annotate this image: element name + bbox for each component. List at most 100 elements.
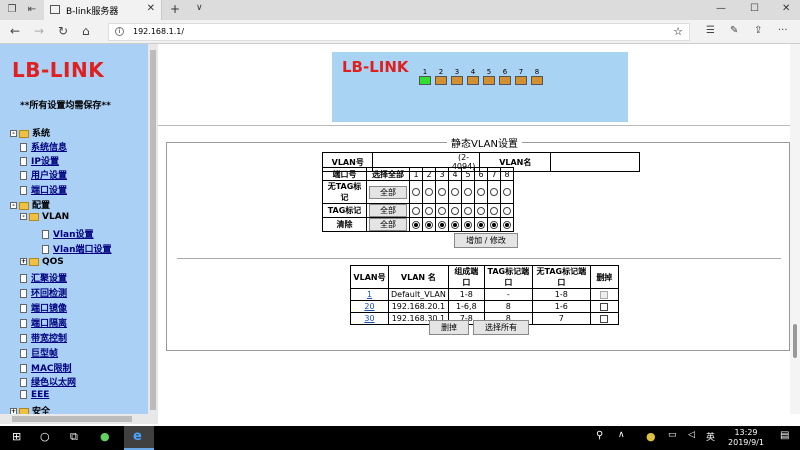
ime-indicator[interactable]: 英 [706, 430, 715, 443]
new-tab-button[interactable]: + [170, 2, 180, 16]
forward-arrow-icon[interactable]: → [34, 24, 44, 38]
sidebar-item-bandwidth-control[interactable]: 带宽控制 [20, 331, 67, 344]
sidebar-item-system-info[interactable]: 系统信息 [20, 140, 67, 153]
clear-all-button[interactable]: 全部 [369, 218, 407, 231]
sidebar-item-ip-settings[interactable]: IP设置 [20, 154, 59, 167]
collapse-box-icon[interactable]: - [10, 130, 17, 137]
tagged-port-5-radio[interactable] [464, 206, 472, 215]
sidebar-item-mac-limit[interactable]: MAC限制 [20, 361, 72, 374]
untagged-port-2-radio[interactable] [425, 188, 433, 196]
sidebar-item-port-isolation[interactable]: 端口隔离 [20, 316, 67, 329]
delete-checkbox[interactable] [600, 302, 609, 311]
expand-box-icon[interactable]: + [20, 258, 27, 265]
sidebar-item-loop-detection[interactable]: 环回检测 [20, 286, 67, 299]
app-tray-icon[interactable]: ● [646, 430, 656, 443]
clear-port-2-radio[interactable] [425, 220, 433, 229]
close-window-button[interactable]: ✕ [782, 3, 790, 14]
pen-icon[interactable]: ✎ [730, 25, 738, 36]
url-text[interactable]: 192.168.1.1/ [133, 27, 184, 36]
sidebar-horizontal-scrollbar[interactable] [0, 414, 158, 424]
untagged-port-5-radio[interactable] [464, 188, 472, 196]
tagged-port-8-radio[interactable] [503, 206, 511, 215]
tagged-port-1-radio[interactable] [412, 206, 420, 215]
tagged-port-7-radio[interactable] [490, 206, 498, 215]
untagged-port-7-radio[interactable] [490, 188, 498, 196]
maximize-button[interactable]: ☐ [750, 3, 759, 14]
sidebar-folder-security[interactable]: + 安全 [10, 404, 50, 414]
clear-port-4-radio[interactable] [451, 220, 459, 229]
untagged-port-3-radio[interactable] [438, 188, 446, 196]
sidebar-scrollbar[interactable] [148, 44, 158, 414]
delete-button[interactable]: 删掉 [429, 320, 469, 335]
tagged-all-button[interactable]: 全部 [369, 204, 407, 217]
refresh-icon[interactable]: ↻ [58, 24, 68, 38]
favorite-star-icon[interactable]: ☆ [673, 25, 683, 38]
collapse-box-icon[interactable]: - [20, 213, 27, 220]
sidebar-folder-system[interactable]: - 系统 [10, 126, 50, 139]
minimize-button[interactable]: — [716, 3, 726, 14]
clear-port-3-radio[interactable] [438, 220, 446, 229]
sidebar-folder-qos[interactable]: + QOS [20, 257, 64, 267]
search-icon[interactable]: ○ [40, 430, 50, 443]
vlan-id-link[interactable]: 1 [367, 290, 372, 299]
collapse-box-icon[interactable]: - [10, 202, 17, 209]
sidebar-folder-vlan[interactable]: - VLAN [20, 212, 69, 222]
delete-checkbox[interactable] [600, 314, 609, 323]
content-scrollbar[interactable] [790, 44, 800, 414]
more-menu-icon[interactable]: ··· [778, 25, 788, 36]
horizontal-scroll-thumb[interactable] [12, 416, 132, 422]
untagged-port-4-radio[interactable] [451, 188, 459, 196]
clear-port-8-radio[interactable] [503, 220, 511, 229]
sidebar-item-port-mirror[interactable]: 端口镜像 [20, 301, 67, 314]
browser-app-icon[interactable]: ● [100, 430, 110, 443]
vlan-id-link[interactable]: 20 [364, 302, 374, 311]
clear-port-5-radio[interactable] [464, 220, 472, 229]
untagged-port-1-radio[interactable] [412, 188, 420, 196]
content-scroll-thumb[interactable] [793, 324, 797, 358]
chevron-up-icon[interactable]: ∧ [618, 430, 625, 440]
sidebar-item-port-settings[interactable]: 端口设置 [20, 183, 67, 196]
clear-port-1-radio[interactable] [412, 220, 420, 229]
tab-list-button[interactable]: ∨ [196, 3, 203, 13]
windows-start-icon[interactable]: ⊞ [12, 430, 21, 443]
sidebar-scroll-thumb[interactable] [150, 50, 156, 410]
tab-preview-icon[interactable]: ❐ [4, 2, 20, 18]
address-bar[interactable]: i 192.168.1.1/ ☆ [108, 23, 690, 41]
sidebar-item-jumbo-frame[interactable]: 巨型帧 [20, 346, 58, 359]
sidebar-item-vlan-settings[interactable]: Vlan设置 [42, 227, 94, 240]
taskbar-clock[interactable]: 13:29 2019/9/1 [722, 428, 770, 448]
untagged-all-button[interactable]: 全部 [369, 185, 407, 199]
site-info-icon[interactable]: i [115, 27, 124, 36]
vlan-id-link[interactable]: 30 [364, 314, 374, 323]
back-arrow-icon[interactable]: ← [10, 24, 20, 38]
tagged-port-4-radio[interactable] [451, 206, 459, 215]
volume-icon[interactable]: ◁ [688, 430, 695, 440]
favorites-list-icon[interactable]: ☰ [706, 25, 715, 36]
untagged-port-8-radio[interactable] [503, 188, 511, 196]
select-all-button[interactable]: 选择所有 [473, 320, 529, 335]
tagged-port-3-radio[interactable] [438, 206, 446, 215]
sidebar-item-user-settings[interactable]: 用户设置 [20, 168, 67, 181]
sidebar-item-aggregation[interactable]: 汇聚设置 [20, 271, 67, 284]
sidebar-folder-config[interactable]: - 配置 [10, 198, 50, 211]
back-tabs-icon[interactable]: ⇤ [24, 2, 40, 18]
network-icon[interactable]: ▭ [668, 430, 677, 440]
add-modify-button[interactable]: 增加 / 修改 [454, 233, 518, 248]
people-icon[interactable]: ⚲ [596, 430, 603, 441]
sidebar-item-green-ethernet[interactable]: 绿色以太网 [20, 375, 76, 388]
untagged-port-6-radio[interactable] [477, 188, 485, 196]
share-icon[interactable]: ⇪ [754, 25, 762, 36]
tagged-port-2-radio[interactable] [425, 206, 433, 215]
tagged-port-6-radio[interactable] [477, 206, 485, 215]
close-tab-icon[interactable]: ✕ [147, 3, 155, 14]
task-view-icon[interactable]: ⧉ [70, 430, 78, 444]
notification-icon[interactable]: ▤ [780, 430, 789, 441]
clear-port-6-radio[interactable] [477, 220, 485, 229]
home-icon[interactable]: ⌂ [82, 24, 90, 38]
browser-tab[interactable]: B-link服务器 ✕ [44, 0, 162, 20]
sidebar-item-vlan-port-settings[interactable]: Vlan端口设置 [42, 242, 112, 255]
vlan-name-field[interactable] [550, 152, 640, 172]
clear-port-7-radio[interactable] [490, 220, 498, 229]
sidebar-item-eee[interactable]: EEE [20, 390, 49, 400]
edge-taskbar-icon[interactable]: e [124, 426, 154, 450]
